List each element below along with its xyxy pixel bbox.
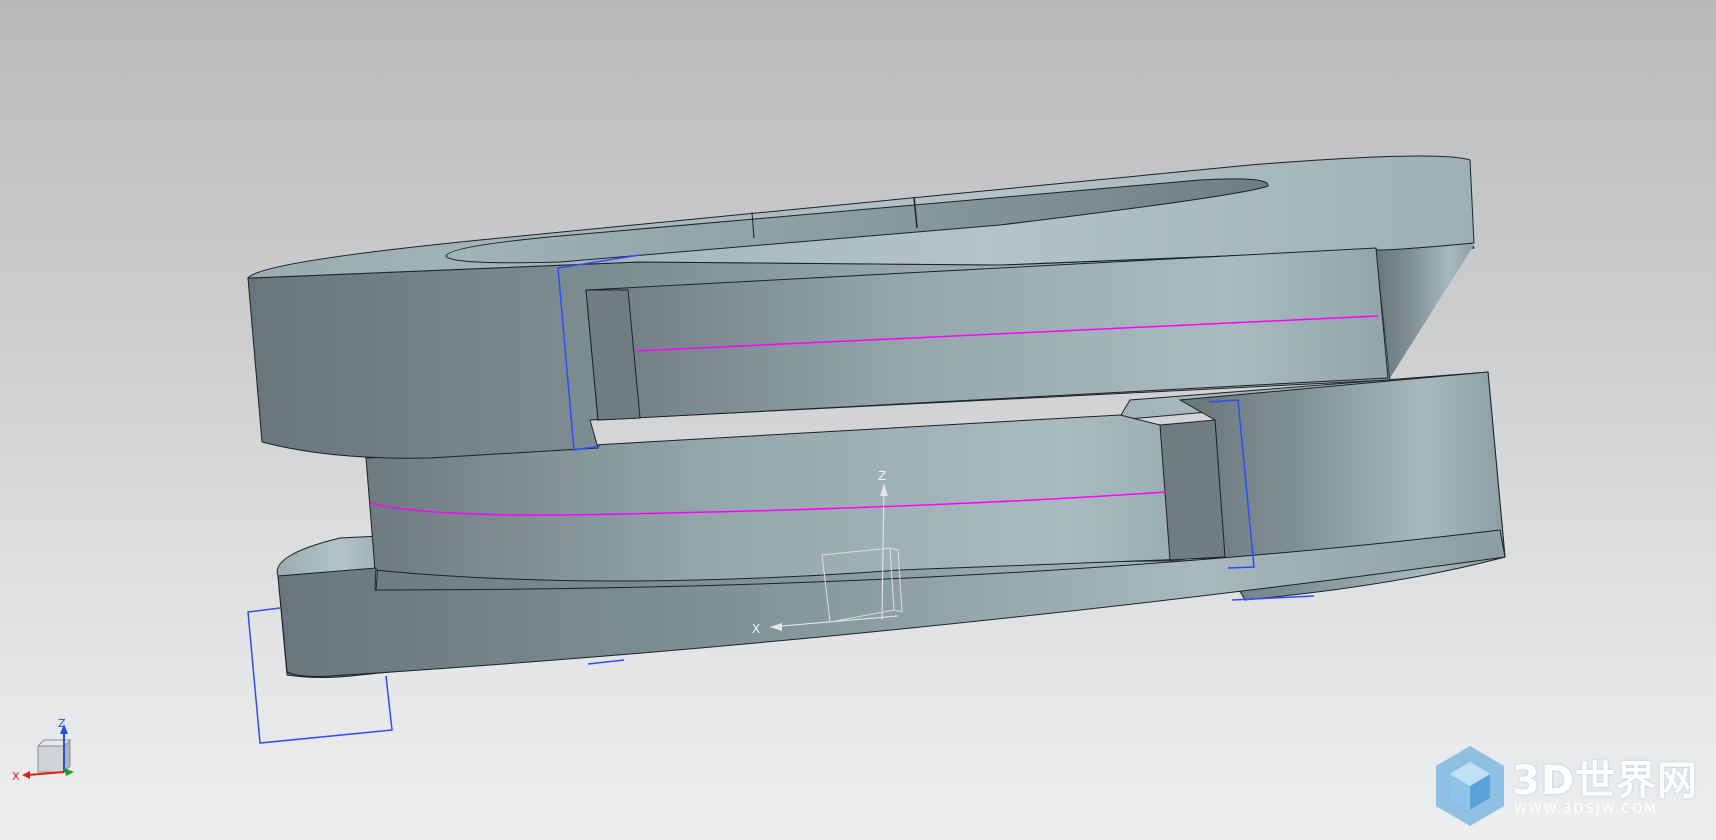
model-scene[interactable]: Z X Z X [0,0,1716,840]
view-triad-z-label: Z [58,717,66,730]
watermark-title: 3D世界网 [1512,758,1699,804]
cube-hexagon-logo-icon [1436,746,1504,826]
wcs-x-label: X [752,622,760,636]
watermark: 3D世界网 WWW.3DSJW.COM [1430,744,1710,834]
graphics-viewport[interactable]: Z X Z X 3D世界网 WWW.3DSJW.COM [0,0,1716,840]
view-triad[interactable]: Z X [12,717,74,783]
watermark-url: WWW.3DSJW.COM [1514,802,1658,817]
view-triad-x-label: X [12,770,20,783]
wcs-z-label: Z [878,469,886,483]
top-flange-right-wall[interactable] [1376,240,1474,378]
lower-slot-window[interactable] [1159,419,1226,561]
datum-plane-edge [587,659,625,665]
